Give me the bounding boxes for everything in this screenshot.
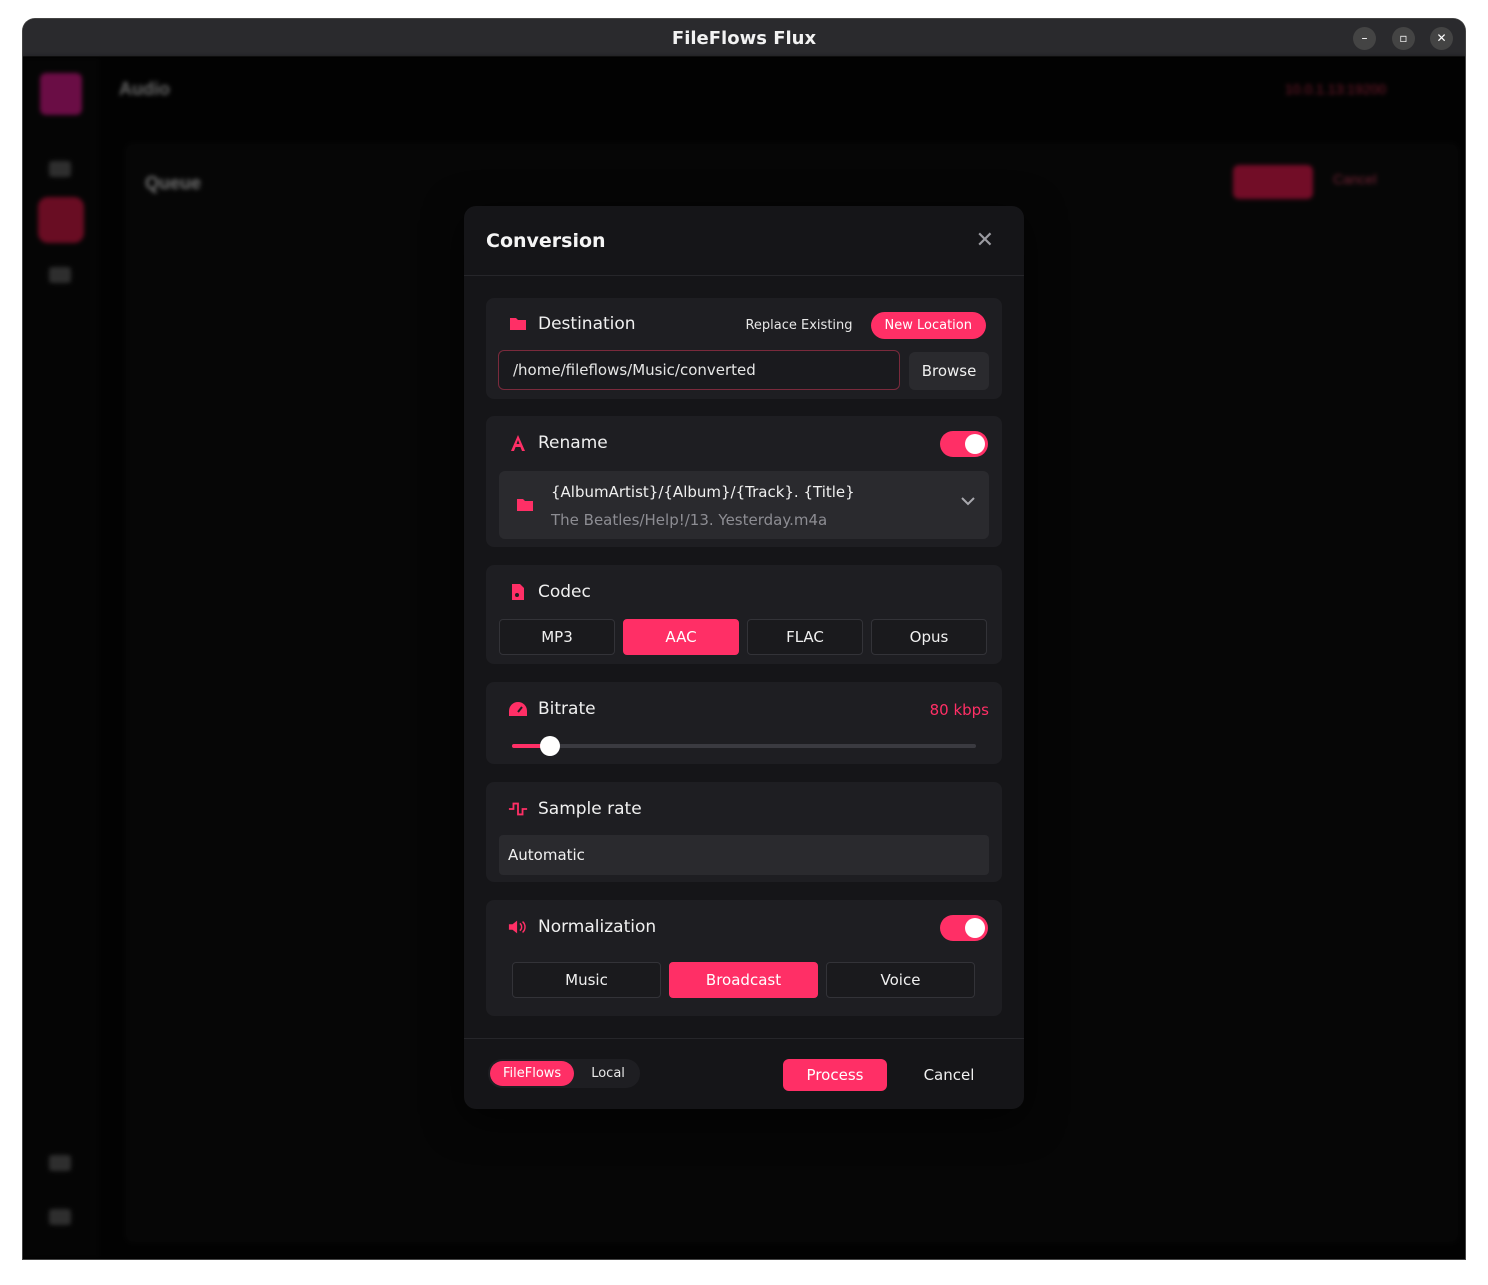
rename-toggle[interactable] <box>940 431 988 457</box>
codec-opus-button[interactable]: Opus <box>871 619 987 655</box>
volume-icon <box>508 917 528 937</box>
audio-file-icon <box>508 582 528 602</box>
bitrate-slider-thumb[interactable] <box>540 736 560 756</box>
new-location-option[interactable]: New Location <box>870 312 986 339</box>
destination-header: Destination <box>508 314 636 334</box>
bitrate-slider[interactable] <box>512 736 976 756</box>
codec-flac-button[interactable]: FLAC <box>747 619 863 655</box>
processing-mode-toggle: FileFlows Local <box>488 1059 640 1088</box>
normalization-header: Normalization <box>508 917 656 937</box>
normalization-voice-button[interactable]: Voice <box>826 962 975 998</box>
rename-section: Rename {AlbumArtist}/{Album}/{Track}. {T… <box>486 416 1002 547</box>
codec-aac-button[interactable]: AAC <box>623 619 739 655</box>
rename-preview: The Beatles/Help!/13. Yesterday.m4a <box>551 511 828 529</box>
sample-rate-header: Sample rate <box>508 799 642 819</box>
normalization-music-button[interactable]: Music <box>512 962 661 998</box>
sidebar-logs-icon[interactable] <box>49 1155 71 1171</box>
rename-toggle-knob <box>965 434 985 454</box>
title-bar: FileFlows Flux – ▫ ✕ <box>23 19 1465 57</box>
rename-label: Rename <box>538 433 608 453</box>
page-title: Audio <box>119 79 170 99</box>
chevron-down-icon <box>961 493 975 509</box>
bitrate-value: 80 kbps <box>929 701 989 719</box>
codec-label: Codec <box>538 582 591 602</box>
close-window-icon[interactable]: ✕ <box>1430 27 1453 50</box>
codec-header: Codec <box>508 582 591 602</box>
replace-existing-option[interactable]: Replace Existing <box>731 312 866 339</box>
sidebar-dashboard-icon[interactable] <box>49 161 71 177</box>
local-mode-option[interactable]: Local <box>578 1061 638 1086</box>
app-window: FileFlows Flux – ▫ ✕ Audio 10.0.1.13:192… <box>23 19 1465 1259</box>
normalization-broadcast-button[interactable]: Broadcast <box>669 962 818 998</box>
destination-label: Destination <box>538 314 636 334</box>
sample-rate-select[interactable]: Automatic <box>499 835 989 875</box>
destination-path-input[interactable]: /home/fileflows/Music/converted <box>498 350 900 390</box>
sidebar <box>23 57 99 1259</box>
font-a-icon <box>508 433 528 453</box>
rename-pattern-select[interactable]: {AlbumArtist}/{Album}/{Track}. {Title} T… <box>499 471 989 539</box>
browse-button[interactable]: Browse <box>909 352 989 390</box>
bitrate-label: Bitrate <box>538 699 596 719</box>
codec-mp3-button[interactable]: MP3 <box>499 619 615 655</box>
connection-status: 10.0.1.13:19200 <box>1285 81 1387 97</box>
dialog-title: Conversion <box>486 230 606 252</box>
normalization-section: Normalization Music Broadcast Voice <box>486 900 1002 1016</box>
fileflows-mode-option[interactable]: FileFlows <box>490 1061 575 1086</box>
cancel-button[interactable]: Cancel <box>904 1059 994 1091</box>
normalization-label: Normalization <box>538 917 657 937</box>
codec-options: MP3 AAC FLAC Opus <box>499 619 987 655</box>
rename-pattern: {AlbumArtist}/{Album}/{Track}. {Title} <box>551 483 855 501</box>
normalization-toggle-knob <box>965 918 985 938</box>
close-icon[interactable]: ✕ <box>976 228 994 253</box>
rename-header: Rename <box>508 433 608 453</box>
clear-button[interactable]: Cancel <box>1333 171 1377 187</box>
maximize-icon[interactable]: ▫ <box>1392 27 1415 50</box>
bitrate-section: Bitrate 80 kbps <box>486 682 1002 764</box>
sidebar-settings-icon[interactable] <box>49 1209 71 1225</box>
app-logo <box>40 73 82 115</box>
sample-rate-label: Sample rate <box>538 799 642 819</box>
folder-icon <box>515 495 535 515</box>
pulse-wave-icon <box>508 799 528 819</box>
normalization-options: Music Broadcast Voice <box>512 962 975 998</box>
destination-mode-toggle: Replace Existing New Location <box>731 312 986 339</box>
add-button[interactable] <box>1233 165 1313 199</box>
conversion-dialog: Conversion ✕ Destination Replace Existin… <box>464 206 1024 1109</box>
folder-icon <box>508 314 528 334</box>
window-title: FileFlows Flux <box>671 28 817 49</box>
queue-title: Queue <box>145 173 202 193</box>
gauge-icon <box>508 699 528 719</box>
process-button[interactable]: Process <box>783 1059 887 1091</box>
codec-section: Codec MP3 AAC FLAC Opus <box>486 565 1002 664</box>
dialog-footer: FileFlows Local Process Cancel <box>464 1038 1024 1109</box>
sidebar-video-icon[interactable] <box>49 267 71 283</box>
sidebar-audio-icon[interactable] <box>38 197 84 243</box>
minimize-icon[interactable]: – <box>1353 27 1376 50</box>
normalization-toggle[interactable] <box>940 915 988 941</box>
dialog-header: Conversion ✕ <box>464 206 1024 276</box>
bitrate-header: Bitrate <box>508 699 596 719</box>
sample-rate-section: Sample rate Automatic <box>486 782 1002 882</box>
destination-section: Destination Replace Existing New Locatio… <box>486 298 1002 399</box>
